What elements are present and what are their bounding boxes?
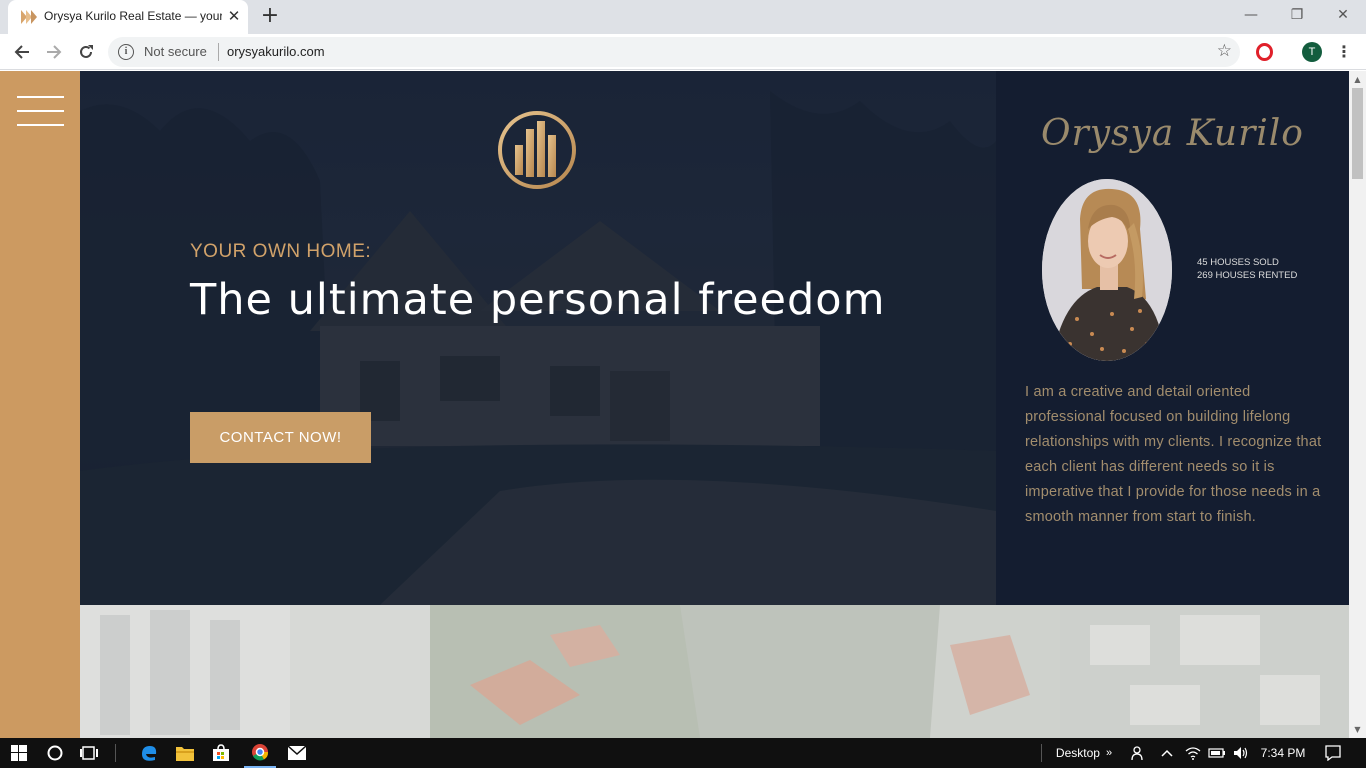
minimize-button[interactable]: —	[1228, 0, 1274, 30]
address-separator	[218, 43, 219, 61]
agent-profile-panel: Orysya Kurilo 45 HOUSES SOLD 269 HOUSES …	[996, 71, 1349, 605]
hero-eyebrow: YOUR OWN HOME:	[190, 241, 372, 262]
volume-icon[interactable]	[1230, 738, 1252, 768]
site-favicon-icon	[21, 10, 37, 24]
agent-bio: I am a creative and detail oriented prof…	[1025, 384, 1322, 525]
houses-sold-stat: 45 HOUSES SOLD	[1197, 257, 1279, 268]
reload-icon[interactable]	[73, 39, 99, 65]
agent-stats: 45 HOUSES SOLD 269 HOUSES RENTED	[1197, 256, 1297, 282]
forward-arrow-icon[interactable]	[41, 39, 67, 65]
aerial-city-image	[80, 605, 1349, 738]
wifi-icon[interactable]	[1182, 738, 1204, 768]
url-text[interactable]: orysyakurilo.com	[227, 44, 325, 59]
security-label: Not secure	[144, 44, 207, 59]
chevron-up-icon[interactable]	[1156, 738, 1178, 768]
site-info-icon[interactable]: i	[118, 44, 134, 60]
agent-portrait	[1042, 179, 1172, 361]
browser-tabstrip: Orysya Kurilo Real Estate — your ✕ + — ❐…	[0, 0, 1366, 34]
scroll-up-arrow-icon[interactable]: ▲	[1349, 71, 1366, 88]
tab-title: Orysya Kurilo Real Estate — your	[44, 9, 222, 23]
window-close-button[interactable]: ✕	[1320, 0, 1366, 30]
left-sidebar	[0, 71, 80, 738]
edge-icon[interactable]	[134, 738, 164, 768]
tab-close-icon[interactable]: ✕	[226, 8, 242, 24]
building-logo-icon	[498, 111, 576, 189]
back-arrow-icon[interactable]	[9, 39, 35, 65]
people-icon[interactable]	[1126, 738, 1152, 768]
cortana-icon[interactable]	[40, 738, 70, 768]
page-viewport: YOUR OWN HOME: The ultimate personal fre…	[0, 71, 1349, 738]
hero-section: YOUR OWN HOME: The ultimate personal fre…	[80, 71, 996, 605]
task-view-icon[interactable]	[74, 738, 104, 768]
profile-avatar[interactable]: T	[1302, 42, 1322, 62]
browser-menu-icon[interactable]: ⋮	[1336, 40, 1352, 64]
hero-headline: The ultimate personal freedom	[190, 275, 886, 325]
desktop-label: Desktop	[1055, 746, 1100, 760]
chevron-right-icon: »	[1105, 747, 1113, 759]
windows-start-icon[interactable]	[0, 738, 38, 768]
clock[interactable]: 7:34 PM	[1256, 738, 1310, 768]
browser-tab-active[interactable]: Orysya Kurilo Real Estate — your ✕	[8, 0, 248, 34]
restore-button[interactable]: ❐	[1274, 0, 1320, 30]
clock-time: 7:34 PM	[1260, 746, 1306, 760]
new-tab-button[interactable]: +	[258, 4, 282, 28]
store-icon[interactable]	[206, 738, 236, 768]
browser-toolbar: i Not secure orysyakurilo.com ☆ T ⋮	[0, 34, 1366, 70]
opera-extension-icon[interactable]	[1256, 43, 1273, 61]
aerial-city-section	[80, 605, 1349, 738]
address-bar[interactable]: i Not secure orysyakurilo.com ☆	[108, 37, 1240, 67]
scroll-thumb[interactable]	[1352, 88, 1363, 179]
scroll-down-arrow-icon[interactable]: ▼	[1349, 721, 1366, 738]
mail-icon[interactable]	[282, 738, 312, 768]
windows-taskbar: Desktop » 7:34 PM	[0, 738, 1366, 768]
file-explorer-icon[interactable]	[170, 738, 200, 768]
page-scrollbar[interactable]: ▲ ▼	[1349, 71, 1366, 738]
chrome-icon[interactable]	[244, 738, 276, 768]
agent-name: Orysya Kurilo	[1041, 113, 1304, 154]
battery-icon[interactable]	[1206, 738, 1228, 768]
houses-rented-stat: 269 HOUSES RENTED	[1197, 270, 1298, 281]
action-center-icon[interactable]	[1318, 738, 1348, 768]
bookmark-star-icon[interactable]: ☆	[1217, 41, 1232, 61]
desktop-toolbar[interactable]: Desktop »	[1048, 738, 1120, 768]
contact-now-button[interactable]: CONTACT NOW!	[190, 412, 371, 463]
taskbar-divider-2	[1040, 738, 1042, 768]
taskbar-divider	[114, 738, 116, 768]
hamburger-menu-icon[interactable]	[17, 96, 64, 128]
